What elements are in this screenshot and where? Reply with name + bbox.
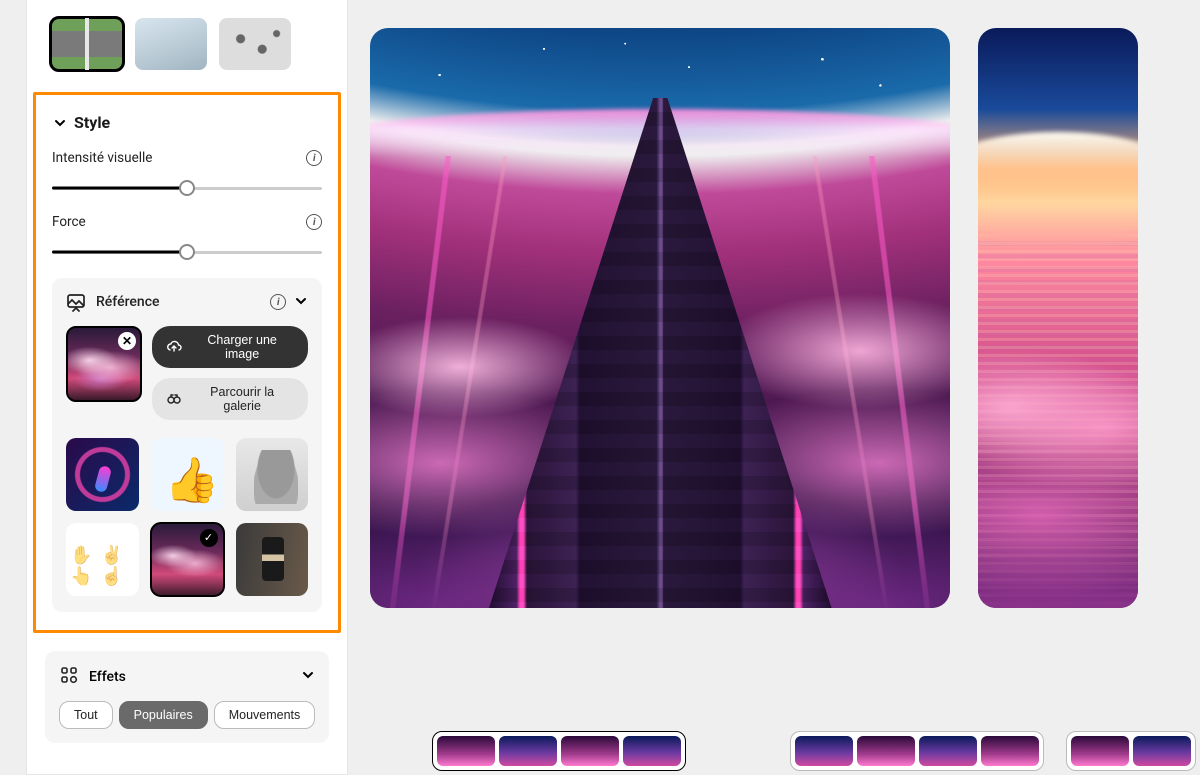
info-icon[interactable]: i — [306, 214, 322, 230]
top-thumb-pattern[interactable] — [219, 18, 291, 70]
slider-thumb[interactable] — [179, 244, 195, 260]
upload-image-label: Charger une image — [190, 333, 294, 361]
effects-panel: Effets Tout Populaires Mouvements — [45, 651, 329, 743]
force-track[interactable] — [52, 244, 322, 260]
gallery-item-neon-figure[interactable] — [66, 438, 139, 511]
top-thumb-strip — [27, 0, 347, 92]
reference-title: Référence — [96, 294, 260, 310]
effects-header[interactable]: Effets — [59, 665, 315, 689]
results-area — [348, 0, 1196, 775]
style-title: Style — [74, 113, 110, 132]
chevron-down-icon — [294, 293, 308, 312]
effects-tab-all[interactable]: Tout — [59, 701, 113, 729]
result-image-2[interactable] — [978, 28, 1138, 608]
top-thumb-road[interactable] — [51, 18, 123, 70]
cloud-upload-icon — [166, 339, 182, 355]
force-slider: Force i — [52, 214, 322, 260]
style-section: Style Intensité visuelle i Force i — [33, 92, 341, 633]
browse-gallery-label: Parcourir la galerie — [190, 385, 294, 413]
chevron-down-icon — [301, 667, 315, 686]
results-thumb-row — [370, 731, 1196, 775]
variation-set-3[interactable] — [1066, 731, 1196, 771]
effects-title: Effets — [89, 669, 291, 685]
app-root: Style Intensité visuelle i Force i — [26, 0, 1176, 775]
visual-intensity-slider: Intensité visuelle i — [52, 150, 322, 196]
effects-tab-popular[interactable]: Populaires — [119, 701, 208, 729]
gallery-item-man-room[interactable] — [236, 523, 309, 596]
force-label: Force — [52, 214, 86, 230]
binoculars-icon — [166, 391, 182, 407]
visual-intensity-label: Intensité visuelle — [52, 150, 152, 166]
gallery-item-pink-clouds[interactable]: ✓ — [151, 523, 224, 596]
image-icon — [66, 292, 86, 312]
reference-panel: Référence i ✕ — [52, 278, 322, 612]
variation-set-1[interactable] — [432, 731, 686, 771]
result-image-1[interactable] — [370, 28, 950, 608]
effects-tabs: Tout Populaires Mouvements — [59, 701, 315, 729]
gallery-item-thumbs-up-3d[interactable] — [151, 438, 224, 511]
slider-thumb[interactable] — [179, 180, 195, 196]
info-icon[interactable]: i — [270, 294, 286, 310]
results-row-1 — [370, 0, 1196, 608]
reference-header[interactable]: Référence i — [66, 292, 308, 312]
reference-selected-thumb[interactable]: ✕ — [66, 326, 142, 402]
visual-intensity-track[interactable] — [52, 180, 322, 196]
reference-gallery: ✓ — [66, 438, 308, 596]
sidebar: Style Intensité visuelle i Force i — [26, 0, 348, 775]
upload-image-button[interactable]: Charger une image — [152, 326, 308, 368]
effects-icon — [59, 665, 79, 689]
remove-reference-button[interactable]: ✕ — [118, 332, 136, 350]
info-icon[interactable]: i — [306, 150, 322, 166]
style-header[interactable]: Style — [52, 113, 322, 132]
browse-gallery-button[interactable]: Parcourir la galerie — [152, 378, 308, 420]
top-thumb-building[interactable] — [135, 18, 207, 70]
variation-set-2[interactable] — [790, 731, 1044, 771]
reference-main: ✕ Charger une image — [66, 326, 308, 420]
effects-tab-movements[interactable]: Mouvements — [214, 701, 316, 729]
check-icon: ✓ — [200, 529, 218, 547]
gallery-item-hand-sketches[interactable] — [66, 523, 139, 596]
chevron-down-icon — [52, 116, 68, 130]
gallery-item-classical-bust[interactable] — [236, 438, 309, 511]
